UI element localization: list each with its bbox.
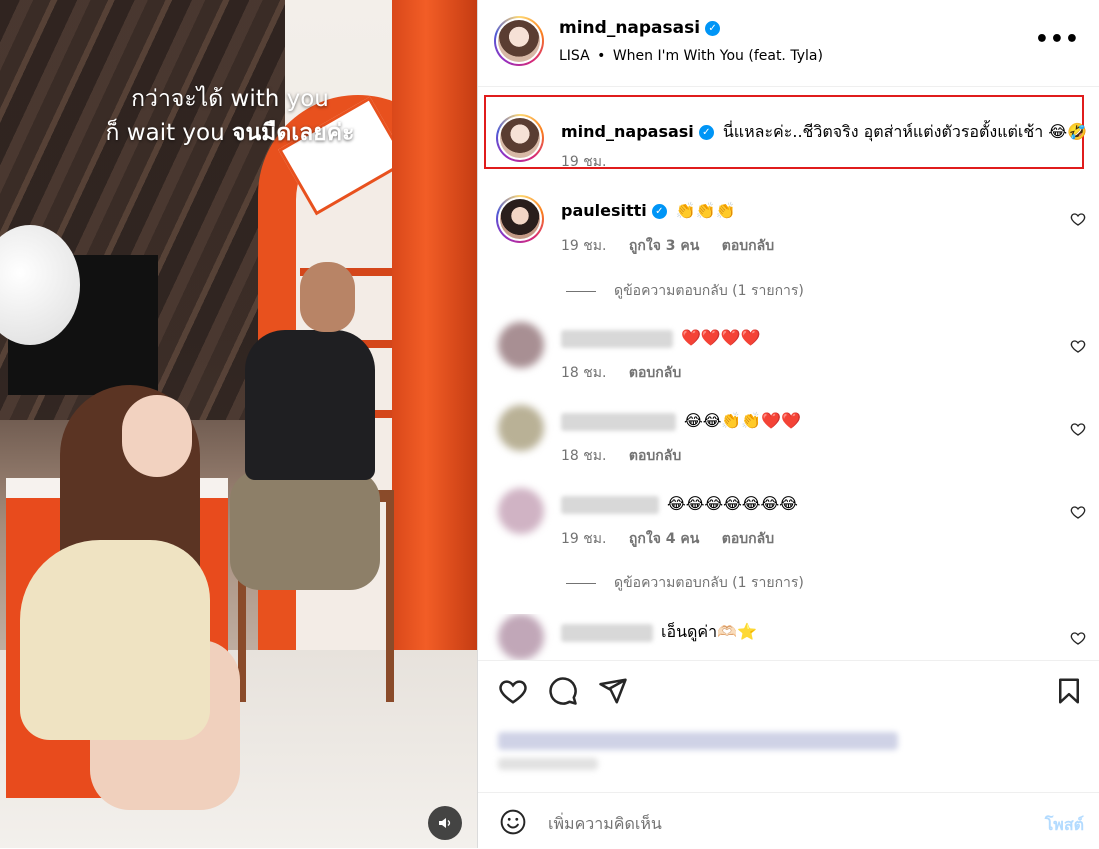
video-caption-line2b: จนมืดเลยค่ะ — [231, 120, 355, 146]
audio-separator: • — [597, 48, 606, 64]
comment-likes[interactable]: ถูกใจ 4 คน — [629, 531, 699, 547]
view-replies-button[interactable]: ดูข้อความตอบกลับ (1 รายการ) — [566, 572, 804, 594]
share-icon[interactable] — [598, 676, 628, 706]
comment-username-blurred[interactable] — [561, 623, 653, 642]
audio-attribution[interactable]: LISA • When I'm With You (feat. Tyla) — [559, 48, 823, 64]
verified-badge-icon: ✓ — [698, 125, 714, 140]
author-username[interactable]: mind_napasasi — [559, 18, 700, 38]
reply-button[interactable]: ตอบกลับ — [722, 238, 774, 254]
comment-avatar[interactable] — [498, 405, 544, 451]
video-caption-line2a: ก็ wait you — [105, 120, 225, 146]
comment-time: 19 ชม. — [561, 238, 607, 254]
comment-username-blurred[interactable] — [561, 412, 676, 431]
video-caption-line1: กว่าจะได้ with you — [131, 86, 329, 112]
author-avatar[interactable] — [494, 16, 544, 66]
audio-artist: LISA — [559, 48, 590, 64]
comment-icon[interactable] — [548, 676, 578, 706]
speaker-icon — [439, 818, 451, 828]
comment-username-blurred[interactable] — [561, 329, 673, 348]
comment-composer: โพสต์ — [478, 792, 1099, 849]
comment-text: เอ็นดูค่า🫶🏻⭐ — [661, 622, 757, 641]
comment-like-heart-icon[interactable] — [1070, 421, 1086, 437]
comment-text: 😂😂👏👏❤️❤️ — [684, 411, 802, 430]
mute-button[interactable] — [428, 806, 462, 840]
caption-avatar[interactable] — [496, 114, 544, 162]
caption-username[interactable]: mind_napasasi — [561, 122, 694, 141]
verified-badge-icon: ✓ — [705, 20, 721, 36]
comment-avatar[interactable] — [498, 322, 544, 368]
post-video[interactable]: กว่าจะได้ with you ก็ wait you จนมืดเลยค… — [0, 0, 477, 848]
heart-icon[interactable] — [498, 676, 528, 706]
comment-time: 18 ชม. — [561, 365, 607, 381]
post-side-panel: mind_napasasi ✓ LISA • When I'm With You … — [477, 0, 1099, 848]
video-person-woman — [20, 540, 210, 740]
comment-text: ❤️❤️❤️❤️ — [681, 328, 761, 347]
comment-likes[interactable]: ถูกใจ 3 คน — [629, 238, 699, 254]
comment-input[interactable] — [546, 807, 1000, 839]
verified-badge-icon: ✓ — [651, 204, 667, 219]
video-caption: กว่าจะได้ with you ก็ wait you จนมืดเลยค… — [70, 82, 390, 150]
comment-time: 19 ชม. — [561, 531, 607, 547]
reply-button[interactable]: ตอบกลับ — [629, 365, 681, 381]
reply-button[interactable]: ตอบกลับ — [629, 448, 681, 464]
comment-text: 😂😂😂😂😂😂😂 — [667, 494, 798, 513]
comment-text: 👏👏👏 — [675, 201, 736, 220]
caption-text: นี่แหละค่ะ..ชีวิตจริง อุตส่าห์แต่งตัวรอต… — [722, 122, 1087, 141]
post-header: mind_napasasi ✓ LISA • When I'm With You … — [478, 0, 1099, 87]
action-bar — [478, 660, 1099, 721]
more-options-icon[interactable]: ••• — [1035, 29, 1080, 51]
caption-time: 19 ชม. — [561, 154, 607, 170]
comment-item: เอ็นดูค่า🫶🏻⭐ — [478, 614, 1099, 660]
view-replies-button[interactable]: ดูข้อความตอบกลับ (1 รายการ) — [566, 280, 804, 302]
emoji-icon[interactable] — [500, 809, 526, 835]
comment-avatar[interactable] — [496, 195, 544, 243]
comment-like-heart-icon[interactable] — [1070, 630, 1086, 646]
comment-like-heart-icon[interactable] — [1070, 211, 1086, 227]
comment-username[interactable]: paulesitti — [561, 201, 647, 220]
bookmark-icon[interactable] — [1054, 676, 1084, 706]
comment-avatar[interactable] — [498, 614, 544, 660]
likes-summary-blurred — [498, 724, 918, 772]
video-person-man — [245, 330, 375, 480]
audio-song: When I'm With You (feat. Tyla) — [612, 48, 823, 64]
comment-like-heart-icon[interactable] — [1070, 338, 1086, 354]
reply-button[interactable]: ตอบกลับ — [722, 531, 774, 547]
post-comment-button[interactable]: โพสต์ — [1045, 813, 1084, 838]
comment-time: 18 ชม. — [561, 448, 607, 464]
comment-like-heart-icon[interactable] — [1070, 504, 1086, 520]
comment-username-blurred[interactable] — [561, 495, 659, 514]
comment-avatar[interactable] — [498, 488, 544, 534]
